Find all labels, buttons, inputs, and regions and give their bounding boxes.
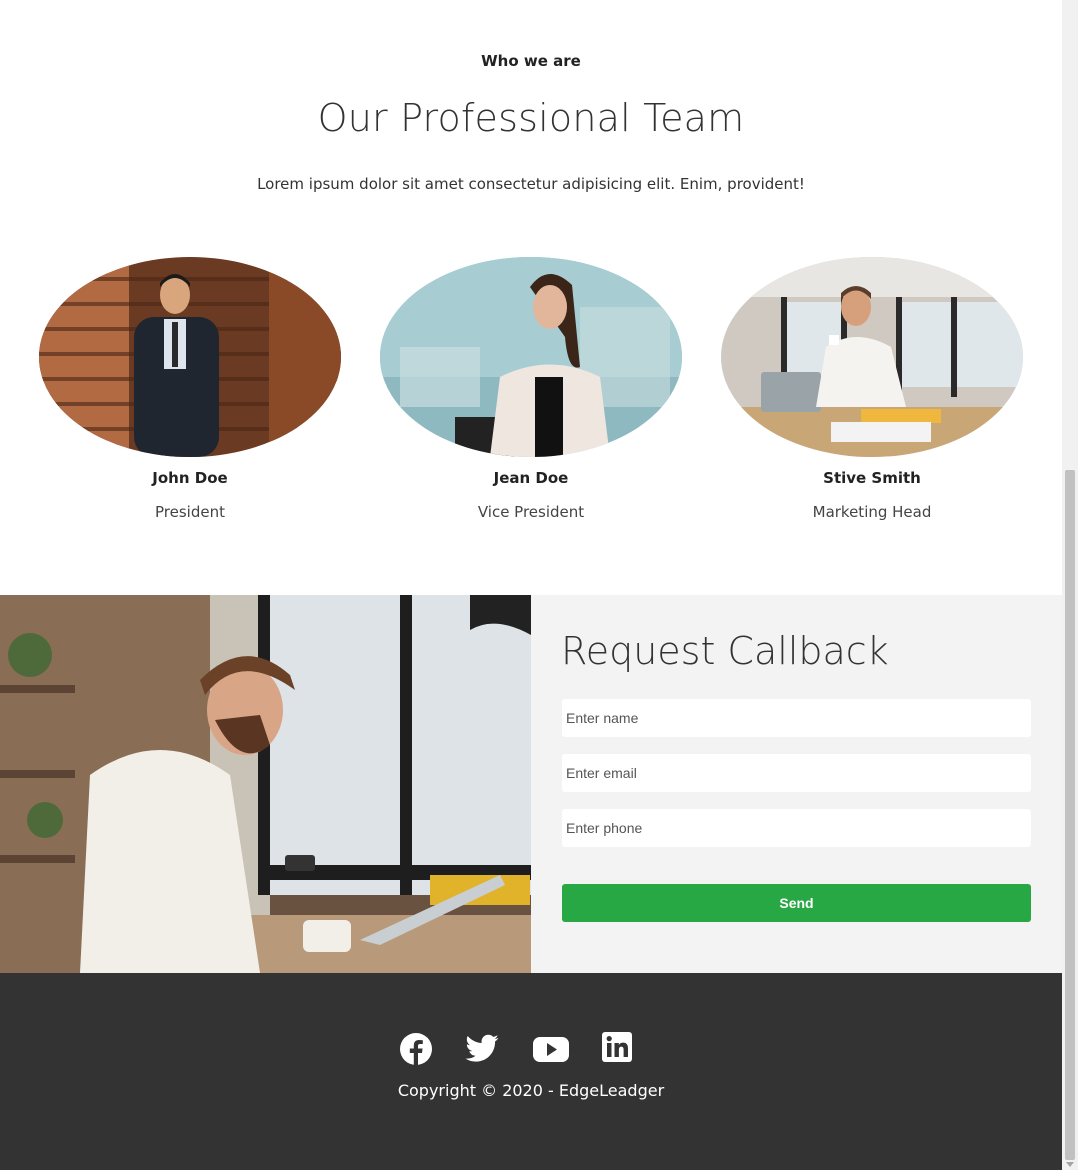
member-role: President [155, 503, 225, 521]
social-links [0, 1031, 1062, 1067]
member-role: Vice President [477, 503, 585, 521]
name-input[interactable] [562, 699, 1031, 737]
team-title: Our Professional Team [317, 96, 745, 140]
twitter-icon[interactable] [464, 1031, 500, 1067]
team-section: Who we are Our Professional Team Lorem i… [0, 0, 1062, 595]
page: Who we are Our Professional Team Lorem i… [0, 0, 1062, 1170]
footer: Copyright © 2020 - EdgeLeadger [0, 973, 1062, 1170]
scrollbar-thumb[interactable] [1065, 470, 1075, 1160]
section-eyebrow: Who we are [481, 52, 581, 70]
facebook-icon[interactable] [398, 1031, 434, 1067]
send-button[interactable]: Send [562, 884, 1031, 922]
team-subtitle: Lorem ipsum dolor sit amet consectetur a… [257, 175, 805, 193]
linkedin-icon[interactable] [601, 1031, 637, 1067]
member-name: Stive Smith [823, 469, 921, 487]
copyright-text: Copyright © 2020 - EdgeLeadger [397, 1081, 665, 1100]
scroll-down-arrow-icon[interactable] [1066, 1162, 1074, 1167]
email-input[interactable] [562, 754, 1031, 792]
team-member-card: John Doe President [39, 257, 341, 521]
callback-section: Request Callback Send [0, 595, 1062, 973]
team-member-card: Stive Smith Marketing Head [721, 257, 1023, 521]
member-photo [39, 257, 341, 457]
member-photo [721, 257, 1023, 457]
member-name: John Doe [152, 469, 228, 487]
callback-photo [0, 595, 531, 973]
callback-title: Request Callback [561, 629, 889, 673]
member-name: Jean Doe [493, 469, 569, 487]
phone-input[interactable] [562, 809, 1031, 847]
youtube-icon[interactable] [532, 1031, 569, 1067]
page-scrollbar[interactable] [1062, 0, 1078, 1170]
team-member-card: Jean Doe Vice President [380, 257, 682, 521]
member-photo [380, 257, 682, 457]
member-role: Marketing Head [812, 503, 932, 521]
